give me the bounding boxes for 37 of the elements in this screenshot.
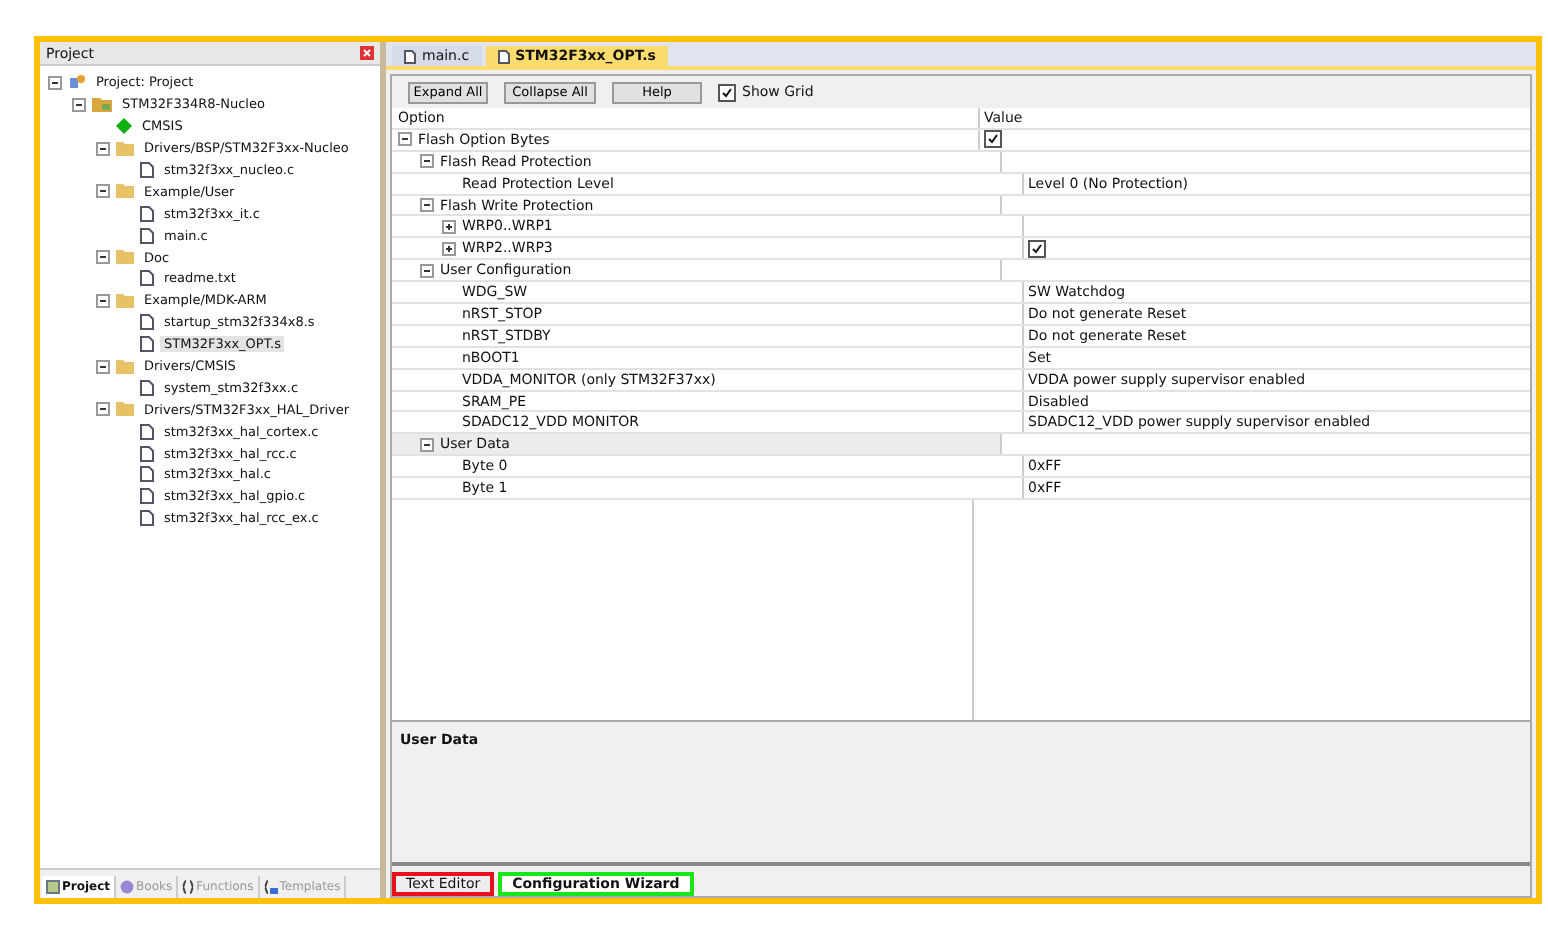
file-icon: [140, 162, 154, 178]
collapse-icon[interactable]: [420, 154, 434, 169]
collapse-icon[interactable]: [72, 97, 86, 112]
project-icon: [68, 74, 86, 91]
diamond-icon: [116, 118, 132, 135]
collapse-icon[interactable]: [420, 437, 434, 452]
folder-icon: [116, 184, 134, 199]
folder-icon: [116, 141, 134, 156]
braces-icon: [182, 880, 195, 894]
checkbox[interactable]: [718, 83, 736, 101]
folder-icon: [116, 250, 134, 265]
file-icon: [140, 270, 154, 287]
collapse-icon[interactable]: [96, 141, 110, 156]
project-icon: [46, 880, 60, 894]
collapse-icon[interactable]: [398, 132, 412, 147]
collapse-icon[interactable]: [96, 293, 110, 308]
folder-icon: [116, 293, 134, 308]
collapse-icon[interactable]: [96, 402, 110, 417]
file-icon: [404, 49, 416, 63]
close-icon[interactable]: [360, 46, 374, 60]
checkbox[interactable]: [1028, 239, 1046, 258]
book-icon: [120, 880, 135, 894]
expand-icon[interactable]: [442, 241, 456, 256]
collapse-icon[interactable]: [420, 198, 434, 212]
collapse-icon[interactable]: [96, 359, 110, 374]
template-icon: [263, 880, 278, 894]
collapse-icon[interactable]: [420, 263, 434, 278]
folder-icon: [116, 402, 134, 417]
checkbox[interactable]: [984, 130, 1002, 149]
collapse-icon[interactable]: [96, 184, 110, 199]
expand-icon[interactable]: [442, 219, 456, 234]
collapse-icon[interactable]: [96, 250, 110, 265]
file-icon: [140, 379, 154, 396]
collapse-icon[interactable]: [48, 75, 62, 90]
folder-icon: [92, 96, 112, 113]
file-icon: [497, 49, 510, 63]
folder-icon: [116, 359, 134, 374]
